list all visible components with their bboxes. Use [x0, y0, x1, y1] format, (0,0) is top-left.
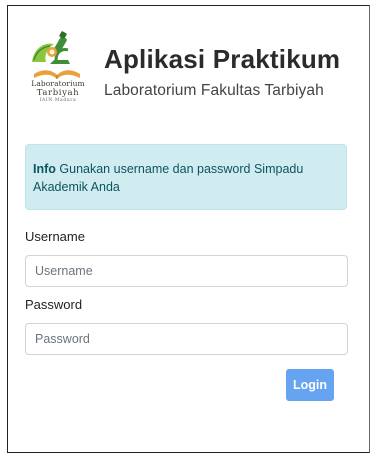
logo-caption: Laboratorium Tarbiyah IAIN Madura	[24, 80, 92, 104]
microscope-book-logo-icon	[32, 31, 80, 79]
username-label: Username	[25, 229, 85, 244]
password-label: Password	[25, 297, 83, 312]
info-alert: Info Gunakan username dan password Simpa…	[25, 144, 347, 210]
alert-message: Gunakan username dan password Simpadu Ak…	[33, 162, 304, 194]
app-header: Laboratorium Tarbiyah IAIN Madura Aplika…	[26, 30, 366, 120]
login-button[interactable]: Login	[286, 369, 334, 401]
logo-line-2: Tarbiyah	[36, 87, 80, 98]
logo-line-3: IAIN Madura	[39, 98, 77, 103]
page-title: Aplikasi Praktikum	[104, 44, 341, 74]
alert-strong: Info	[33, 162, 56, 176]
username-input[interactable]	[25, 255, 348, 287]
password-input[interactable]	[25, 323, 348, 355]
lab-logo: Laboratorium Tarbiyah IAIN Madura	[26, 30, 88, 112]
page-subtitle: Laboratorium Fakultas Tarbiyah	[104, 82, 324, 99]
logo-line-1: Laboratorium	[31, 79, 85, 88]
